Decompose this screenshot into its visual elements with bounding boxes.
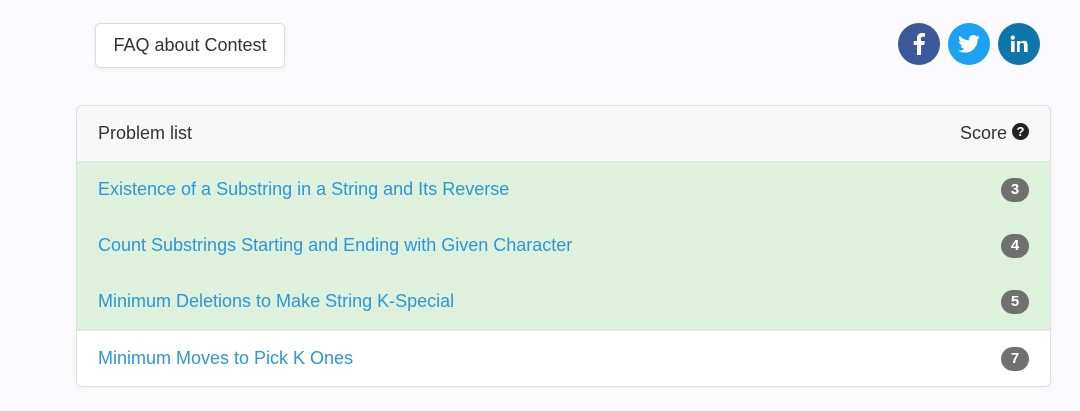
linkedin-share-button[interactable] (998, 23, 1040, 65)
facebook-icon (913, 33, 925, 55)
problem-link[interactable]: Minimum Moves to Pick K Ones (98, 348, 353, 369)
score-label: Score (959, 123, 1007, 143)
problem-link[interactable]: Minimum Deletions to Make String K-Speci… (98, 291, 454, 312)
linkedin-icon (1010, 35, 1028, 52)
faq-button[interactable]: FAQ about Contest (95, 23, 285, 68)
table-row: Count Substrings Starting and Ending wit… (77, 218, 1050, 274)
table-row: Minimum Moves to Pick K Ones 7 (77, 330, 1050, 386)
table-row: Existence of a Substring in a String and… (77, 162, 1050, 218)
twitter-icon (958, 35, 980, 53)
problem-link[interactable]: Count Substrings Starting and Ending wit… (98, 235, 572, 256)
table-row: Minimum Deletions to Make String K-Speci… (77, 274, 1050, 330)
score-badge: 7 (1001, 346, 1029, 371)
facebook-share-button[interactable] (898, 23, 940, 65)
question-circle-icon[interactable]: ? (1012, 123, 1029, 140)
score-badge: 4 (1001, 233, 1029, 258)
twitter-share-button[interactable] (948, 23, 990, 65)
page: FAQ about Contest Problem list Score ? E… (0, 0, 1080, 411)
problem-list-table: Problem list Score ? Existence of a Subs… (76, 105, 1051, 387)
score-badge: 3 (1001, 177, 1029, 202)
problem-link[interactable]: Existence of a Substring in a String and… (98, 179, 509, 200)
table-header: Problem list Score ? (77, 106, 1050, 162)
problem-list-heading: Problem list (98, 123, 193, 143)
score-column-header: Score ? (960, 123, 1029, 144)
score-badge: 5 (1001, 289, 1029, 314)
social-share-bar (898, 23, 1040, 65)
